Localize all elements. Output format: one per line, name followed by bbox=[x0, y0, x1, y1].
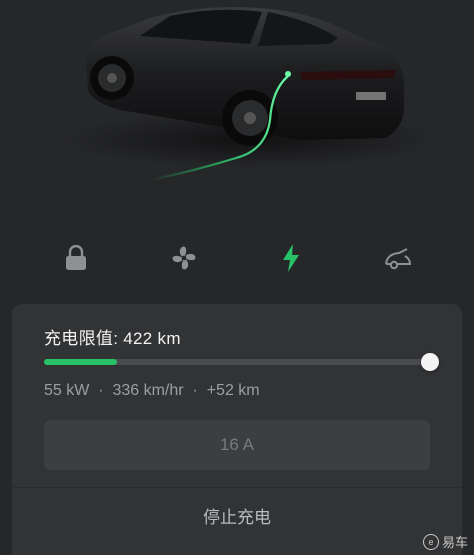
charging-stats: 55 kW · 336 km/hr · +52 km bbox=[44, 382, 260, 400]
fan-button[interactable] bbox=[166, 240, 202, 276]
charge-port-icon bbox=[385, 248, 411, 270]
watermark-text: 易车 bbox=[441, 535, 468, 550]
charging-panel: 充电限值: 422 km 55 kW · 336 km/hr · +52 km … bbox=[12, 304, 462, 555]
watermark: e 易车 bbox=[422, 532, 468, 551]
lock-icon bbox=[66, 245, 86, 270]
yiche-logo-icon: e bbox=[422, 533, 439, 550]
charge-limit-label: 充电限值: bbox=[44, 329, 119, 348]
charge-limit-handle[interactable] bbox=[421, 353, 439, 371]
amperage-control[interactable]: 16 A bbox=[44, 420, 430, 470]
lightning-icon bbox=[283, 244, 299, 272]
charge-limit-slider[interactable] bbox=[44, 353, 439, 371]
charge-limit-value: 422 km bbox=[123, 329, 181, 348]
charge-level-fill bbox=[44, 359, 118, 365]
lock-button[interactable] bbox=[58, 240, 94, 276]
quick-controls bbox=[0, 232, 474, 284]
vehicle-hero bbox=[0, 0, 474, 230]
charge-port-button[interactable] bbox=[380, 240, 416, 276]
range-added: +52 km bbox=[206, 382, 260, 399]
charging-power: 55 kW bbox=[44, 382, 90, 399]
amperage-value: 16 A bbox=[219, 435, 255, 454]
stop-charging-label: 停止充电 bbox=[203, 507, 271, 527]
charging-rate: 336 km/hr bbox=[112, 382, 184, 399]
fan-icon bbox=[172, 246, 196, 270]
charging-button[interactable] bbox=[273, 240, 309, 276]
car-image bbox=[60, 7, 440, 182]
stop-charging-button[interactable]: 停止充电 bbox=[12, 488, 462, 542]
charge-limit-text: 充电限值: 422 km bbox=[44, 324, 181, 349]
